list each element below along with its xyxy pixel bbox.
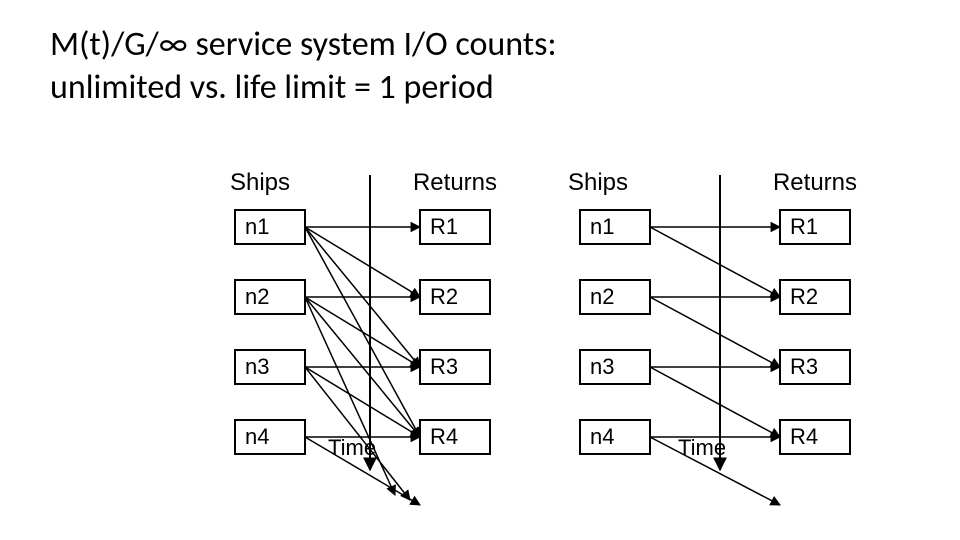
svg-text:n2: n2 [245, 284, 269, 309]
left-ship-n3: n3 [235, 350, 305, 384]
svg-text:R2: R2 [430, 284, 458, 309]
svg-text:n1: n1 [245, 214, 269, 239]
left-arrow-n1-r2 [305, 227, 420, 297]
right-arrow-n1-r2 [650, 227, 780, 297]
right-returns-header: Returns [773, 169, 857, 196]
left-return-r1: R1 [420, 210, 490, 244]
left-return-r4: R4 [420, 420, 490, 454]
diagram-svg: Ships Returns Time n1 n2 n3 n4 R1 R2 R3 … [0, 0, 960, 540]
right-ships-header: Ships [568, 169, 628, 196]
left-arrow-n2-r3 [305, 297, 420, 367]
right-return-r1: R1 [780, 210, 850, 244]
right-return-r3: R3 [780, 350, 850, 384]
left-returns-header: Returns [413, 169, 497, 196]
left-return-r2: R2 [420, 280, 490, 314]
svg-text:n2: n2 [590, 284, 614, 309]
svg-text:n4: n4 [590, 424, 614, 449]
svg-text:R1: R1 [430, 214, 458, 239]
svg-text:n3: n3 [590, 354, 614, 379]
right-ship-n3: n3 [580, 350, 650, 384]
left-ship-n2: n2 [235, 280, 305, 314]
right-return-r4: R4 [780, 420, 850, 454]
left-arrow-n2-overflow [305, 297, 395, 495]
left-ship-n1: n1 [235, 210, 305, 244]
svg-text:n4: n4 [245, 424, 269, 449]
left-arrow-n3-overflow [305, 367, 410, 500]
svg-text:R2: R2 [790, 284, 818, 309]
svg-text:R4: R4 [790, 424, 818, 449]
right-return-r2: R2 [780, 280, 850, 314]
left-arrow-n3-r4 [305, 367, 420, 437]
right-ship-n2: n2 [580, 280, 650, 314]
svg-text:R3: R3 [790, 354, 818, 379]
svg-text:R4: R4 [430, 424, 458, 449]
right-ship-n1: n1 [580, 210, 650, 244]
svg-text:n1: n1 [590, 214, 614, 239]
svg-text:R1: R1 [790, 214, 818, 239]
left-return-r3: R3 [420, 350, 490, 384]
svg-text:n3: n3 [245, 354, 269, 379]
right-ship-n4: n4 [580, 420, 650, 454]
left-ship-n4: n4 [235, 420, 305, 454]
right-arrow-n3-r4 [650, 367, 780, 437]
svg-text:R3: R3 [430, 354, 458, 379]
right-arrow-n2-r3 [650, 297, 780, 367]
left-ships-header: Ships [230, 169, 290, 196]
